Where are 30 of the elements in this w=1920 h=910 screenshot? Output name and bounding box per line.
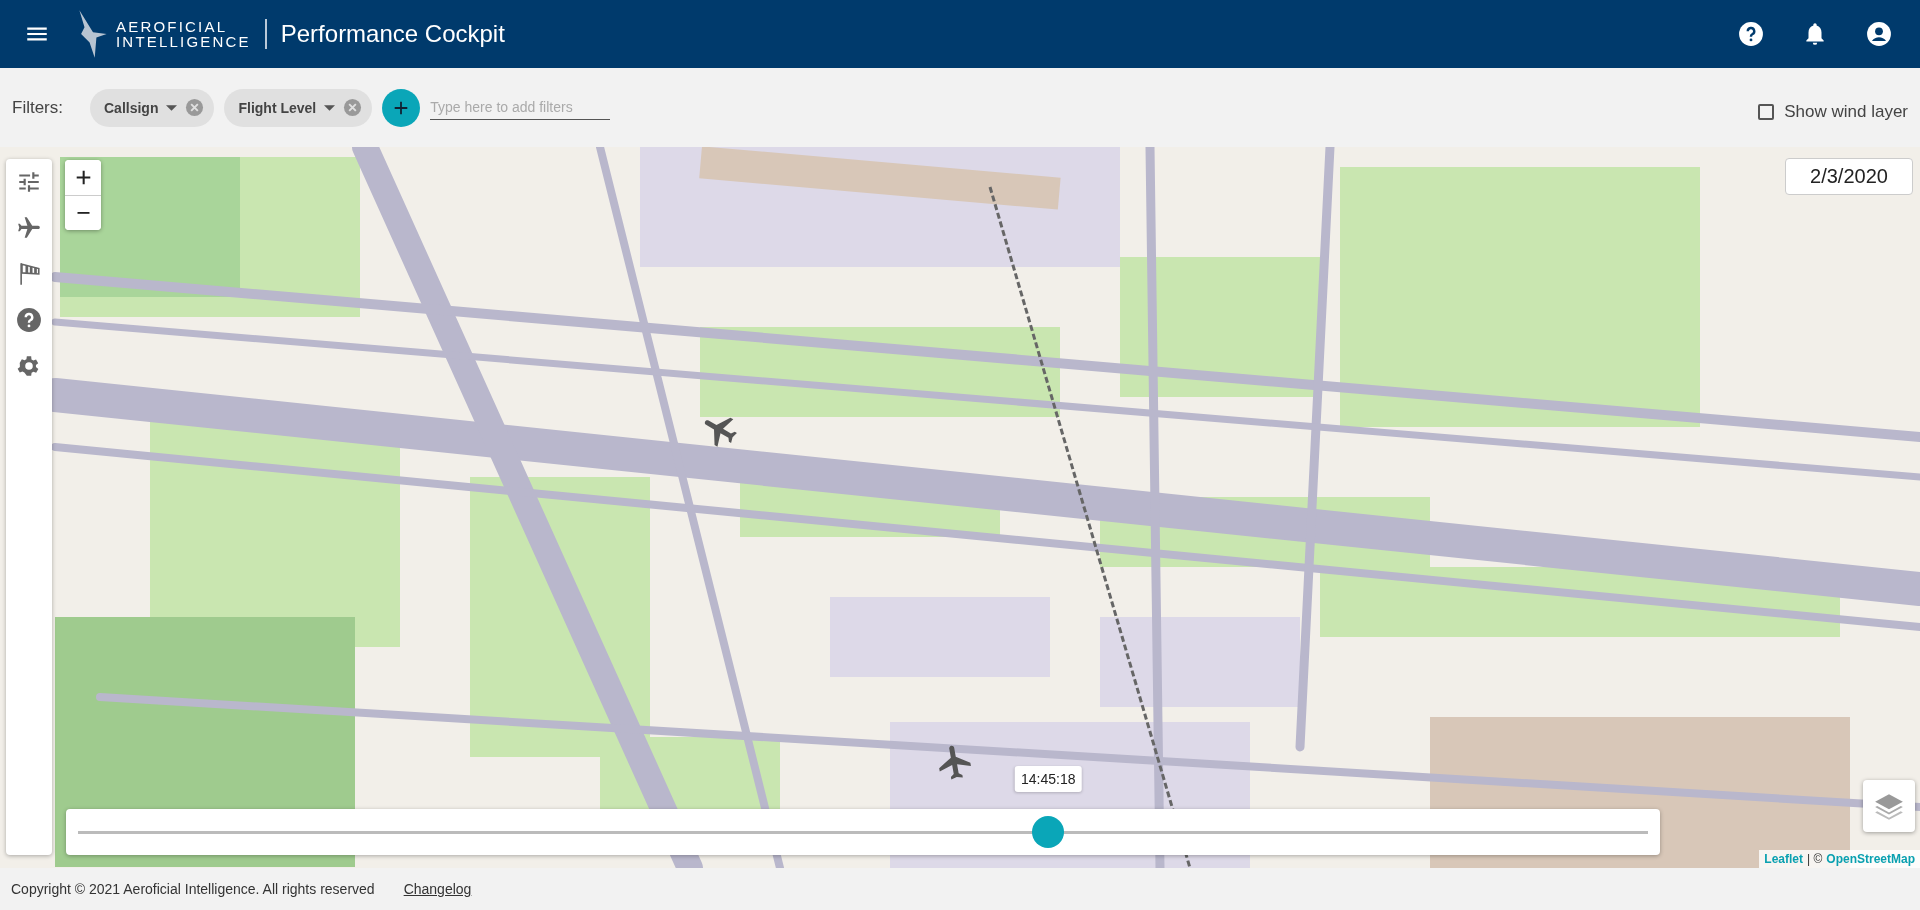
changelog-link[interactable]: Changelog [403, 881, 472, 897]
attribution-separator: | © [1807, 852, 1823, 866]
filter-input-field[interactable]: Type here to add filters [430, 95, 611, 120]
airplane-icon [16, 215, 42, 241]
help-button[interactable] [16, 307, 42, 333]
slider-thumb[interactable] [1032, 816, 1065, 848]
brand-name: INTELLIGENCE [116, 34, 251, 49]
copyright-text: Copyright © 2021 Aeroficial Intelligence. All rights reserved [11, 881, 375, 897]
timeline-slider[interactable] [78, 816, 1648, 848]
zoom-in-button[interactable] [65, 160, 101, 195]
add-filter-button[interactable] [382, 88, 421, 127]
help-icon [16, 307, 42, 333]
sliders-icon [16, 169, 42, 195]
chip-label: Flight Level [238, 99, 317, 116]
dropdown-caret-icon [324, 104, 336, 111]
plus-icon [74, 169, 92, 186]
wind-layer-label: Show wind layer [1784, 101, 1908, 122]
app-title: Performance Cockpit [280, 20, 505, 48]
filter-chip[interactable]: Callsign [90, 88, 215, 127]
layers-button[interactable] [1863, 780, 1915, 832]
dropdown-caret-icon [166, 104, 178, 111]
airplane-button[interactable] [16, 215, 42, 241]
chip-label: Callsign [104, 99, 159, 116]
time-tooltip: 14:45:18 [1015, 766, 1082, 792]
date-field[interactable]: 2/3/2020 [1785, 158, 1913, 195]
filters-label: Filters: [12, 97, 63, 118]
sliders-button[interactable] [16, 169, 42, 195]
wind-layer-checkbox[interactable] [1758, 103, 1775, 120]
brand-name: AEROFICIAL [116, 19, 229, 34]
filter-chip[interactable]: Flight Level [224, 88, 373, 127]
